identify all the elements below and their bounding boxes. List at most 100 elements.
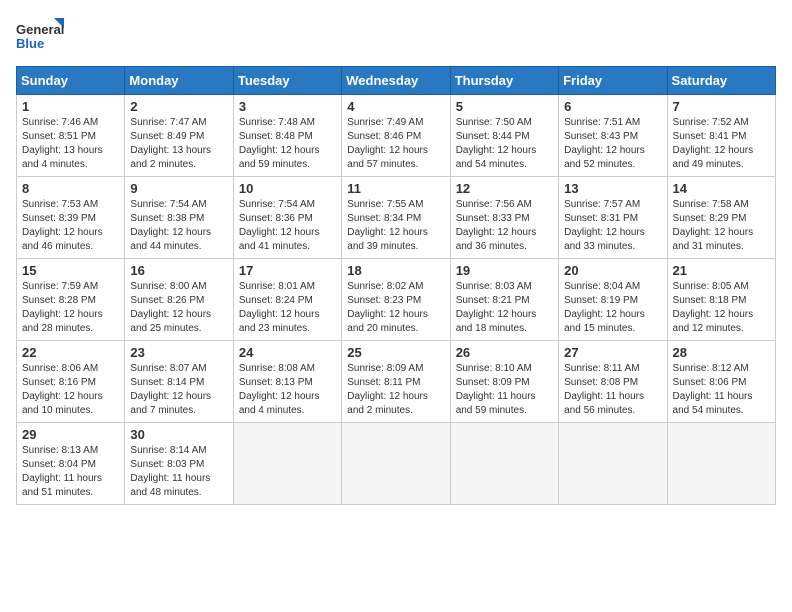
page-header: General Blue xyxy=(16,16,776,56)
calendar-week-row: 8 Sunrise: 7:53 AMSunset: 8:39 PMDaylight… xyxy=(17,177,776,259)
day-number: 8 xyxy=(22,181,119,196)
day-of-week-header: Wednesday xyxy=(342,67,450,95)
day-number: 3 xyxy=(239,99,336,114)
calendar-table: SundayMondayTuesdayWednesdayThursdayFrid… xyxy=(16,66,776,505)
calendar-day-cell: 29 Sunrise: 8:13 AMSunset: 8:04 PMDayligh… xyxy=(17,423,125,505)
day-number: 21 xyxy=(673,263,770,278)
day-info: Sunrise: 7:56 AMSunset: 8:33 PMDaylight:… xyxy=(456,198,553,254)
day-info: Sunrise: 8:14 AMSunset: 8:03 PMDaylight:… xyxy=(130,444,227,500)
calendar-day-cell: 12 Sunrise: 7:56 AMSunset: 8:33 PMDayligh… xyxy=(450,177,558,259)
svg-text:Blue: Blue xyxy=(16,36,44,51)
logo-svg: General Blue xyxy=(16,16,66,56)
day-info: Sunrise: 7:46 AMSunset: 8:51 PMDaylight:… xyxy=(22,116,119,172)
day-number: 20 xyxy=(564,263,661,278)
day-info: Sunrise: 7:59 AMSunset: 8:28 PMDaylight:… xyxy=(22,280,119,336)
day-info: Sunrise: 8:01 AMSunset: 8:24 PMDaylight:… xyxy=(239,280,336,336)
calendar-week-row: 29 Sunrise: 8:13 AMSunset: 8:04 PMDayligh… xyxy=(17,423,776,505)
calendar-day-cell: 11Sunrise: 7:55 AMSunset: 8:34 PMDayligh… xyxy=(342,177,450,259)
day-info: Sunrise: 7:58 AMSunset: 8:29 PMDaylight:… xyxy=(673,198,770,254)
day-number: 12 xyxy=(456,181,553,196)
calendar-week-row: 15 Sunrise: 7:59 AMSunset: 8:28 PMDayligh… xyxy=(17,259,776,341)
day-info: Sunrise: 8:10 AMSunset: 8:09 PMDaylight:… xyxy=(456,362,553,418)
day-number: 18 xyxy=(347,263,444,278)
calendar-day-cell: 6 Sunrise: 7:51 AMSunset: 8:43 PMDaylight… xyxy=(559,95,667,177)
calendar-day-cell: 8 Sunrise: 7:53 AMSunset: 8:39 PMDaylight… xyxy=(17,177,125,259)
calendar-day-cell: 18 Sunrise: 8:02 AMSunset: 8:23 PMDayligh… xyxy=(342,259,450,341)
day-number: 22 xyxy=(22,345,119,360)
day-info: Sunrise: 8:13 AMSunset: 8:04 PMDaylight:… xyxy=(22,444,119,500)
day-info: Sunrise: 8:05 AMSunset: 8:18 PMDaylight:… xyxy=(673,280,770,336)
day-of-week-header: Saturday xyxy=(667,67,775,95)
calendar-day-cell xyxy=(233,423,341,505)
calendar-day-cell: 30 Sunrise: 8:14 AMSunset: 8:03 PMDayligh… xyxy=(125,423,233,505)
day-number: 15 xyxy=(22,263,119,278)
calendar-week-row: 1 Sunrise: 7:46 AMSunset: 8:51 PMDaylight… xyxy=(17,95,776,177)
day-info: Sunrise: 7:47 AMSunset: 8:49 PMDaylight:… xyxy=(130,116,227,172)
calendar-day-cell: 20 Sunrise: 8:04 AMSunset: 8:19 PMDayligh… xyxy=(559,259,667,341)
calendar-day-cell: 25 Sunrise: 8:09 AMSunset: 8:11 PMDayligh… xyxy=(342,341,450,423)
day-number: 7 xyxy=(673,99,770,114)
calendar-day-cell xyxy=(450,423,558,505)
day-number: 14 xyxy=(673,181,770,196)
day-info: Sunrise: 8:11 AMSunset: 8:08 PMDaylight:… xyxy=(564,362,661,418)
day-info: Sunrise: 7:54 AMSunset: 8:38 PMDaylight:… xyxy=(130,198,227,254)
calendar-day-cell xyxy=(342,423,450,505)
day-number: 27 xyxy=(564,345,661,360)
calendar-day-cell: 24Sunrise: 8:08 AMSunset: 8:13 PMDayligh… xyxy=(233,341,341,423)
day-number: 28 xyxy=(673,345,770,360)
calendar-body: 1 Sunrise: 7:46 AMSunset: 8:51 PMDaylight… xyxy=(17,95,776,505)
calendar-day-cell: 1 Sunrise: 7:46 AMSunset: 8:51 PMDaylight… xyxy=(17,95,125,177)
calendar-day-cell: 26 Sunrise: 8:10 AMSunset: 8:09 PMDayligh… xyxy=(450,341,558,423)
day-info: Sunrise: 7:51 AMSunset: 8:43 PMDaylight:… xyxy=(564,116,661,172)
day-number: 10 xyxy=(239,181,336,196)
calendar-day-cell: 19 Sunrise: 8:03 AMSunset: 8:21 PMDayligh… xyxy=(450,259,558,341)
day-of-week-header: Monday xyxy=(125,67,233,95)
calendar-day-cell: 16Sunrise: 8:00 AMSunset: 8:26 PMDayligh… xyxy=(125,259,233,341)
day-number: 25 xyxy=(347,345,444,360)
day-of-week-header: Thursday xyxy=(450,67,558,95)
day-info: Sunrise: 8:03 AMSunset: 8:21 PMDaylight:… xyxy=(456,280,553,336)
day-info: Sunrise: 7:52 AMSunset: 8:41 PMDaylight:… xyxy=(673,116,770,172)
day-info: Sunrise: 8:12 AMSunset: 8:06 PMDaylight:… xyxy=(673,362,770,418)
calendar-day-cell: 27 Sunrise: 8:11 AMSunset: 8:08 PMDayligh… xyxy=(559,341,667,423)
day-info: Sunrise: 7:50 AMSunset: 8:44 PMDaylight:… xyxy=(456,116,553,172)
day-number: 6 xyxy=(564,99,661,114)
calendar-day-cell: 10 Sunrise: 7:54 AMSunset: 8:36 PMDayligh… xyxy=(233,177,341,259)
calendar-day-cell: 14 Sunrise: 7:58 AMSunset: 8:29 PMDayligh… xyxy=(667,177,775,259)
calendar-day-cell: 22Sunrise: 8:06 AMSunset: 8:16 PMDayligh… xyxy=(17,341,125,423)
calendar-header-row: SundayMondayTuesdayWednesdayThursdayFrid… xyxy=(17,67,776,95)
day-number: 1 xyxy=(22,99,119,114)
svg-text:General: General xyxy=(16,22,64,37)
day-info: Sunrise: 7:54 AMSunset: 8:36 PMDaylight:… xyxy=(239,198,336,254)
day-number: 9 xyxy=(130,181,227,196)
day-number: 30 xyxy=(130,427,227,442)
day-number: 24 xyxy=(239,345,336,360)
day-number: 23 xyxy=(130,345,227,360)
day-info: Sunrise: 8:09 AMSunset: 8:11 PMDaylight:… xyxy=(347,362,444,418)
calendar-day-cell: 23 Sunrise: 8:07 AMSunset: 8:14 PMDayligh… xyxy=(125,341,233,423)
calendar-day-cell: 17 Sunrise: 8:01 AMSunset: 8:24 PMDayligh… xyxy=(233,259,341,341)
calendar-day-cell: 15 Sunrise: 7:59 AMSunset: 8:28 PMDayligh… xyxy=(17,259,125,341)
calendar-day-cell xyxy=(667,423,775,505)
day-info: Sunrise: 8:02 AMSunset: 8:23 PMDaylight:… xyxy=(347,280,444,336)
calendar-day-cell: 7 Sunrise: 7:52 AMSunset: 8:41 PMDaylight… xyxy=(667,95,775,177)
calendar-day-cell: 5Sunrise: 7:50 AMSunset: 8:44 PMDaylight… xyxy=(450,95,558,177)
day-number: 26 xyxy=(456,345,553,360)
day-number: 17 xyxy=(239,263,336,278)
day-number: 19 xyxy=(456,263,553,278)
day-number: 16 xyxy=(130,263,227,278)
calendar-week-row: 22Sunrise: 8:06 AMSunset: 8:16 PMDayligh… xyxy=(17,341,776,423)
day-of-week-header: Tuesday xyxy=(233,67,341,95)
day-info: Sunrise: 7:57 AMSunset: 8:31 PMDaylight:… xyxy=(564,198,661,254)
day-of-week-header: Sunday xyxy=(17,67,125,95)
day-info: Sunrise: 7:49 AMSunset: 8:46 PMDaylight:… xyxy=(347,116,444,172)
calendar-day-cell: 4Sunrise: 7:49 AMSunset: 8:46 PMDaylight… xyxy=(342,95,450,177)
logo: General Blue xyxy=(16,16,66,56)
calendar-day-cell: 3Sunrise: 7:48 AMSunset: 8:48 PMDaylight… xyxy=(233,95,341,177)
day-info: Sunrise: 8:04 AMSunset: 8:19 PMDaylight:… xyxy=(564,280,661,336)
day-info: Sunrise: 7:53 AMSunset: 8:39 PMDaylight:… xyxy=(22,198,119,254)
day-number: 11 xyxy=(347,181,444,196)
calendar-day-cell: 9 Sunrise: 7:54 AMSunset: 8:38 PMDaylight… xyxy=(125,177,233,259)
day-number: 29 xyxy=(22,427,119,442)
day-info: Sunrise: 8:07 AMSunset: 8:14 PMDaylight:… xyxy=(130,362,227,418)
